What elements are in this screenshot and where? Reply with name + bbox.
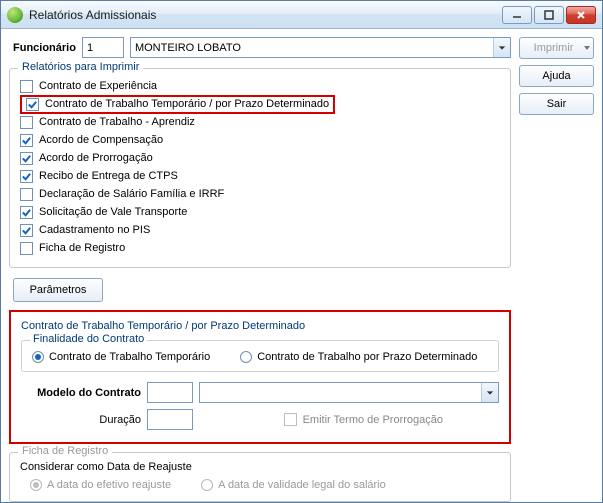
funcionario-label: Funcionário <box>13 42 76 54</box>
radio-temporario-label: Contrato de Trabalho Temporário <box>49 351 210 363</box>
contrato-title: Contrato de Trabalho Temporário / por Pr… <box>21 320 499 332</box>
report-checkbox[interactable] <box>20 80 33 93</box>
funcionario-number-input[interactable] <box>82 37 124 58</box>
report-label[interactable]: Recibo de Entrega de CTPS <box>39 170 178 182</box>
minimize-button[interactable] <box>502 6 532 24</box>
report-label[interactable]: Acordo de Compensação <box>39 134 163 146</box>
radio-prazo-determinado[interactable]: Contrato de Trabalho por Prazo Determina… <box>240 351 477 363</box>
chevron-down-icon[interactable] <box>493 38 510 57</box>
funcionario-row: Funcionário <box>9 37 511 58</box>
report-row: Contrato de Trabalho - Aprendiz <box>20 113 500 131</box>
contrato-section: Contrato de Trabalho Temporário / por Pr… <box>9 310 511 444</box>
chevron-down-icon <box>584 46 590 50</box>
parametros-button[interactable]: Parâmetros <box>13 278 103 302</box>
radio-validade-label: A data de validade legal do salário <box>218 479 386 491</box>
report-label[interactable]: Contrato de Trabalho - Aprendiz <box>39 116 195 128</box>
modelo-combo[interactable] <box>199 382 499 403</box>
radio-validade-legal: A data de validade legal do salário <box>201 479 386 491</box>
ficha-registro-group: Ficha de Registro Considerar como Data d… <box>9 452 511 502</box>
close-button[interactable] <box>566 6 596 24</box>
report-row: Solicitação de Vale Transporte <box>20 203 500 221</box>
radio-efetivo-label: A data do efetivo reajuste <box>47 479 171 491</box>
report-checkbox[interactable] <box>20 170 33 183</box>
report-label[interactable]: Contrato de Experiência <box>39 80 157 92</box>
chevron-down-icon[interactable] <box>481 383 498 402</box>
funcionario-name-input[interactable] <box>130 37 511 58</box>
report-label[interactable]: Contrato de Trabalho Temporário / por Pr… <box>45 98 329 110</box>
modelo-number-input[interactable] <box>147 382 193 403</box>
titlebar: Relatórios Admissionais <box>1 1 602 29</box>
emitir-termo-checkbox <box>284 413 297 426</box>
report-checkbox[interactable] <box>20 134 33 147</box>
report-row: Contrato de Experiência <box>20 77 500 95</box>
finalidade-legend: Finalidade do Contrato <box>30 333 147 345</box>
duracao-input[interactable] <box>147 409 193 430</box>
reports-group: Relatórios para Imprimir Contrato de Exp… <box>9 68 511 268</box>
funcionario-combo[interactable] <box>130 37 511 58</box>
report-checkbox[interactable] <box>20 116 33 129</box>
report-row: Acordo de Prorrogação <box>20 149 500 167</box>
report-checkbox[interactable] <box>20 242 33 255</box>
report-row: Ficha de Registro <box>20 239 500 257</box>
radio-temporario[interactable]: Contrato de Trabalho Temporário <box>32 351 210 363</box>
sair-button[interactable]: Sair <box>519 93 594 115</box>
report-label[interactable]: Solicitação de Vale Transporte <box>39 206 187 218</box>
report-label[interactable]: Cadastramento no PIS <box>39 224 150 236</box>
ficha-legend: Ficha de Registro <box>18 445 112 457</box>
highlighted-report: Contrato de Trabalho Temporário / por Pr… <box>20 95 335 114</box>
maximize-button[interactable] <box>534 6 564 24</box>
app-icon <box>7 7 23 23</box>
finalidade-group: Finalidade do Contrato Contrato de Traba… <box>21 340 499 372</box>
report-row: Recibo de Entrega de CTPS <box>20 167 500 185</box>
report-checkbox[interactable] <box>26 98 39 111</box>
report-checkbox[interactable] <box>20 224 33 237</box>
radio-prazo-label: Contrato de Trabalho por Prazo Determina… <box>257 351 477 363</box>
modelo-label: Modelo do Contrato <box>21 387 141 399</box>
window-title: Relatórios Admissionais <box>29 8 496 22</box>
report-label[interactable]: Declaração de Salário Família e IRRF <box>39 188 224 200</box>
report-row: Contrato de Trabalho Temporário / por Pr… <box>20 95 500 113</box>
ficha-consider-label: Considerar como Data de Reajuste <box>20 461 500 473</box>
ajuda-button[interactable]: Ajuda <box>519 65 594 87</box>
modelo-desc-input[interactable] <box>199 382 499 403</box>
duracao-label: Duração <box>21 414 141 426</box>
imprimir-button[interactable]: Imprimir <box>519 37 594 59</box>
app-window: Relatórios Admissionais Funcionário <box>0 0 603 503</box>
imprimir-label: Imprimir <box>534 42 574 54</box>
report-checkbox[interactable] <box>20 188 33 201</box>
report-row: Declaração de Salário Família e IRRF <box>20 185 500 203</box>
report-row: Acordo de Compensação <box>20 131 500 149</box>
report-row: Cadastramento no PIS <box>20 221 500 239</box>
report-checkbox[interactable] <box>20 152 33 165</box>
radio-efetivo-reajuste: A data do efetivo reajuste <box>30 479 171 491</box>
emitir-termo-label: Emitir Termo de Prorrogação <box>303 414 443 426</box>
reports-legend: Relatórios para Imprimir <box>18 61 143 73</box>
report-label[interactable]: Ficha de Registro <box>39 242 125 254</box>
report-checkbox[interactable] <box>20 206 33 219</box>
report-label[interactable]: Acordo de Prorrogação <box>39 152 153 164</box>
